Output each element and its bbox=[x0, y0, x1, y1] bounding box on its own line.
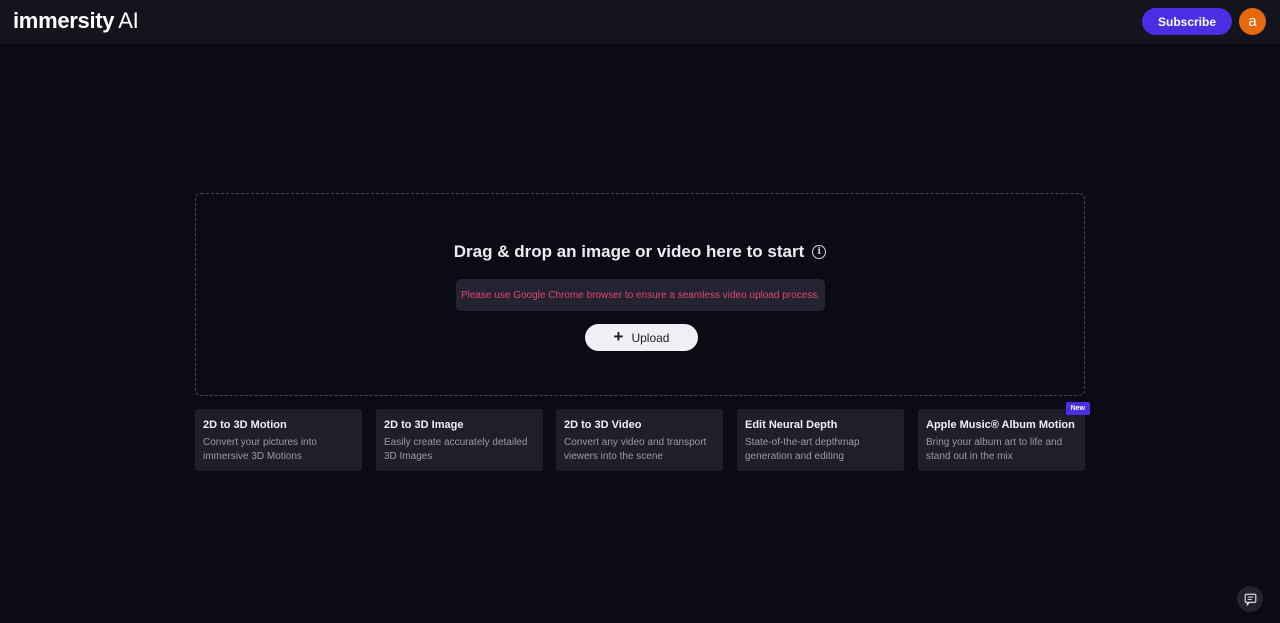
info-icon[interactable]: i bbox=[812, 245, 827, 259]
logo-text: immersity bbox=[13, 8, 115, 33]
avatar[interactable]: a bbox=[1239, 8, 1266, 35]
card-apple-music-album-motion[interactable]: Apple Music® Album Motion Bring your alb… bbox=[918, 402, 1090, 471]
top-bar: immersity AI Subscribe a bbox=[0, 0, 1280, 44]
card-description: Easily create accurately detailed 3D Ima… bbox=[384, 436, 535, 464]
card-2d-to-3d-image[interactable]: 2D to 3D Image Easily create accurately … bbox=[376, 409, 543, 471]
upload-dropzone[interactable]: Drag & drop an image or video here to st… bbox=[195, 193, 1085, 396]
card-description: State-of-the-art depthmap generation and… bbox=[745, 436, 896, 464]
logo[interactable]: immersity AI bbox=[13, 7, 139, 35]
card-desc-line: Convert any video and transport bbox=[564, 437, 707, 448]
upload-button[interactable]: + Upload bbox=[585, 324, 698, 351]
plus-icon: + bbox=[613, 327, 624, 346]
card-desc-line: stand out in the mix bbox=[926, 451, 1013, 462]
chat-icon bbox=[1244, 593, 1256, 606]
card-desc-line: immersive 3D Motions bbox=[203, 451, 302, 462]
card-description: Convert any video and transport viewers … bbox=[564, 436, 715, 464]
logo-suffix: AI bbox=[118, 8, 139, 33]
upload-label: Upload bbox=[631, 330, 670, 345]
feature-cards: 2D to 3D Motion Convert your pictures in… bbox=[195, 402, 1090, 471]
card-title: 2D to 3D Video bbox=[564, 419, 642, 431]
card-title: Edit Neural Depth bbox=[745, 419, 838, 431]
card-2d-to-3d-motion[interactable]: 2D to 3D Motion Convert your pictures in… bbox=[195, 409, 362, 471]
card-title: Apple Music® Album Motion bbox=[926, 419, 1075, 431]
browser-warning: Please use Google Chrome browser to ensu… bbox=[456, 279, 825, 311]
card-description: Convert your pictures into immersive 3D … bbox=[203, 436, 354, 464]
card-desc-line: 3D Images bbox=[384, 451, 433, 462]
card-edit-neural-depth[interactable]: Edit Neural Depth State-of-the-art depth… bbox=[737, 409, 904, 471]
card-desc-line: Bring your album art to life and bbox=[926, 437, 1063, 448]
card-desc-line: generation and editing bbox=[745, 451, 844, 462]
feedback-button[interactable] bbox=[1237, 586, 1263, 612]
dropzone-title-row: Drag & drop an image or video here to st… bbox=[196, 242, 1084, 262]
subscribe-button[interactable]: Subscribe bbox=[1142, 8, 1232, 35]
dropzone-title: Drag & drop an image or video here to st… bbox=[453, 242, 805, 261]
card-desc-line: Convert your pictures into bbox=[203, 437, 317, 448]
card-2d-to-3d-video[interactable]: 2D to 3D Video Convert any video and tra… bbox=[556, 409, 723, 471]
card-title: 2D to 3D Image bbox=[384, 419, 464, 431]
card-title: 2D to 3D Motion bbox=[203, 419, 287, 431]
card-desc-line: Easily create accurately detailed bbox=[384, 437, 528, 448]
card-desc-line: State-of-the-art depthmap bbox=[745, 437, 860, 448]
new-badge: New bbox=[1065, 402, 1090, 415]
card-description: Bring your album art to life and stand o… bbox=[926, 436, 1077, 464]
card-desc-line: viewers into the scene bbox=[564, 451, 663, 462]
